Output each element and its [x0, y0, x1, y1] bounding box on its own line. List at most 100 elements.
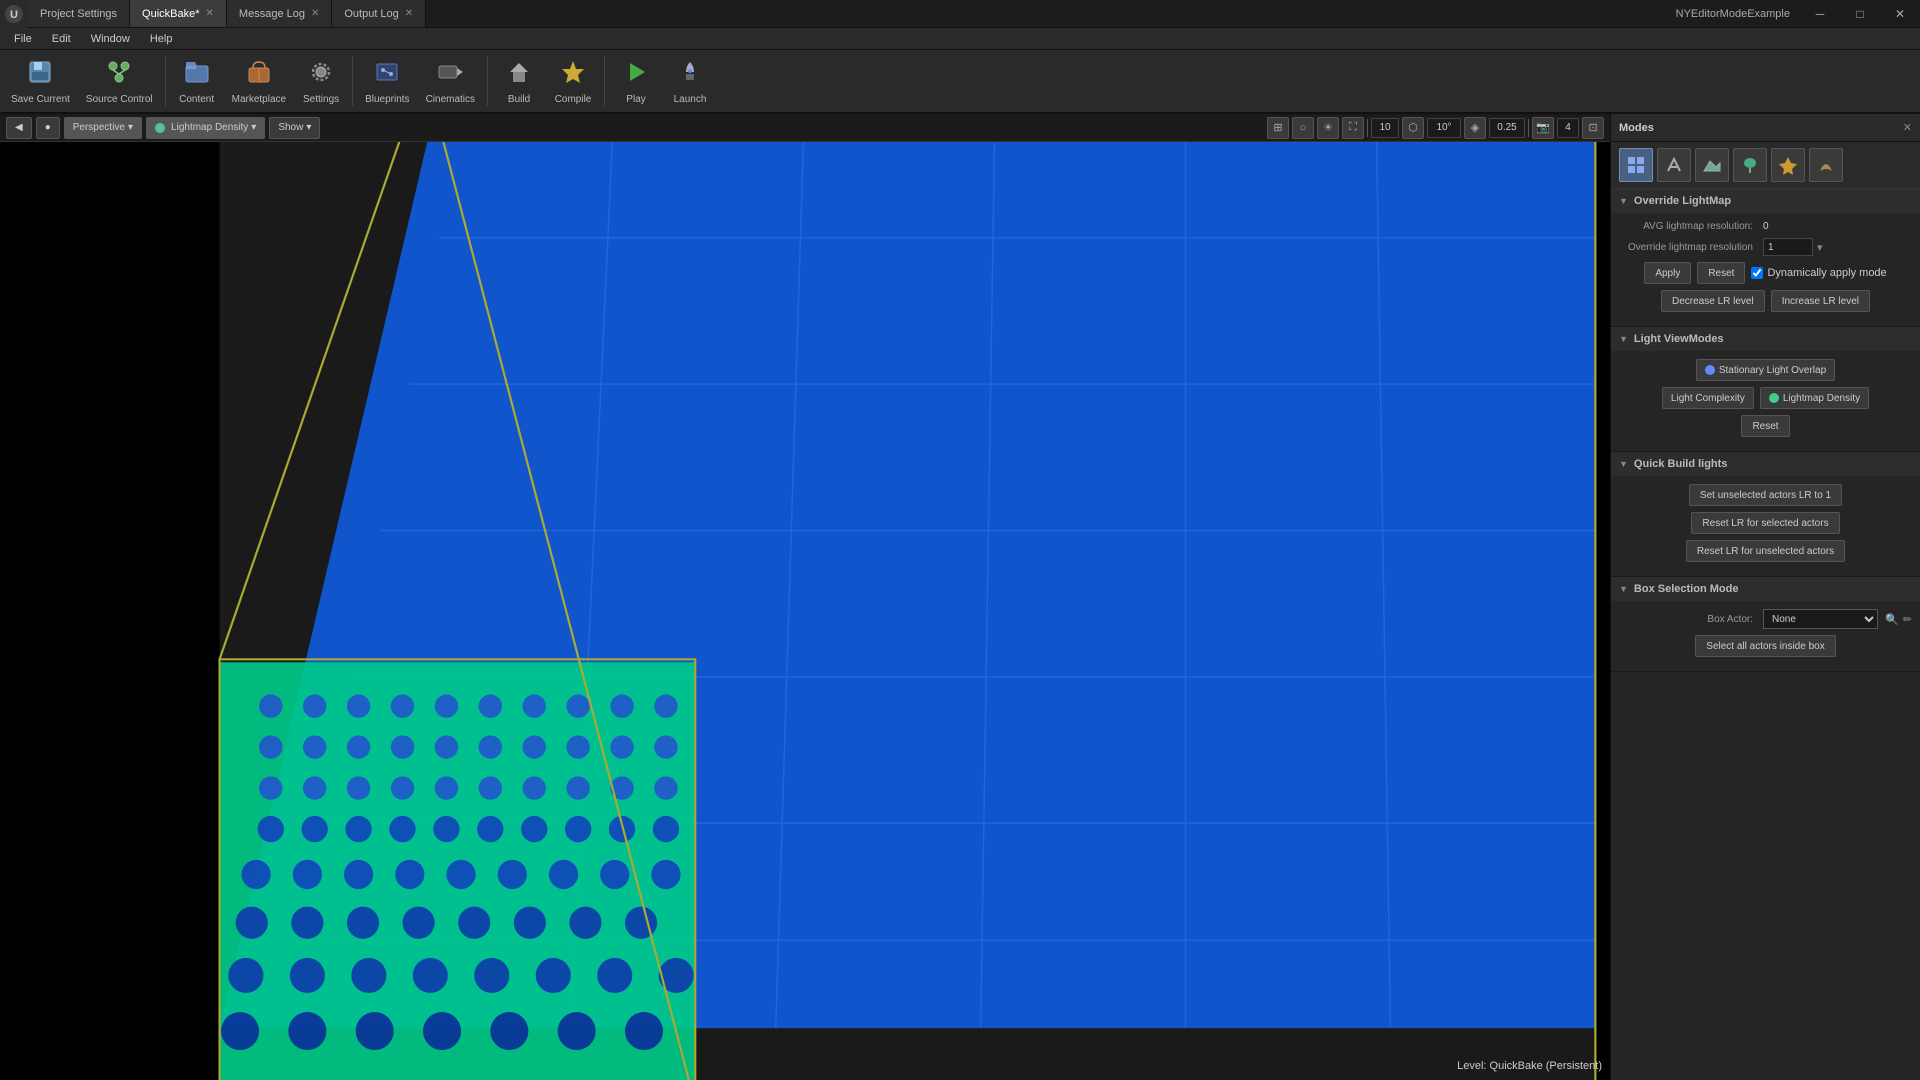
minimize-button[interactable]: ─	[1800, 0, 1840, 28]
compile-button[interactable]: Compile	[547, 52, 599, 110]
increase-lr-button[interactable]: Increase LR level	[1771, 290, 1870, 312]
light-complexity-button[interactable]: Light Complexity	[1662, 387, 1754, 409]
show-button[interactable]: Show ▾	[269, 117, 320, 139]
close-button[interactable]: ✕	[1880, 0, 1920, 28]
quick-build-title: Quick Build lights	[1634, 458, 1728, 470]
box-selection-title: Box Selection Mode	[1634, 583, 1739, 595]
modes-close-icon[interactable]: ✕	[1903, 121, 1912, 134]
viewport-dot-button[interactable]: ●	[36, 117, 60, 139]
tab-messagelog[interactable]: Message Log ✕	[227, 0, 332, 27]
viewport-back-button[interactable]: ◀	[6, 117, 32, 139]
perspective-button[interactable]: Perspective ▾	[64, 117, 142, 139]
quick-build-content: Set unselected actors LR to 1 Reset LR f…	[1611, 476, 1920, 576]
tab-quickbake[interactable]: QuickBake* ✕	[130, 0, 227, 27]
chevron-down-icon: ▾	[128, 122, 133, 133]
content-label: Content	[179, 94, 214, 105]
brush-mode-button[interactable]	[1771, 148, 1805, 182]
paint-mode-button[interactable]	[1657, 148, 1691, 182]
light-complexity-label: Light Complexity	[1671, 393, 1745, 404]
box-selection-header[interactable]: ▼ Box Selection Mode	[1611, 577, 1920, 601]
tab-project-settings[interactable]: Project Settings	[28, 0, 130, 27]
show-label: Show	[278, 122, 303, 133]
apply-button[interactable]: Apply	[1644, 262, 1691, 284]
override-resolution-input[interactable]	[1763, 238, 1813, 256]
override-lightmap-header[interactable]: ▼ Override LightMap	[1611, 189, 1920, 213]
perspective-label: Perspective	[73, 122, 125, 133]
content-icon	[183, 58, 211, 92]
box-actor-select[interactable]: None	[1763, 609, 1878, 629]
build-button[interactable]: Build	[493, 52, 545, 110]
scale-input[interactable]	[1489, 118, 1525, 138]
light-viewmodes-header[interactable]: ▼ Light ViewModes	[1611, 327, 1920, 351]
avg-resolution-value: 0	[1763, 221, 1769, 232]
source-control-button[interactable]: Source Control	[79, 52, 160, 110]
circle-icon[interactable]: ○	[1292, 117, 1314, 139]
lightmap-density-button[interactable]: Lightmap Density	[1760, 387, 1869, 409]
diamond-icon[interactable]: ◈	[1464, 117, 1486, 139]
stationary-light-overlap-button[interactable]: Stationary Light Overlap	[1696, 359, 1835, 381]
mesh-paint-mode-button[interactable]	[1809, 148, 1843, 182]
grid-size-input[interactable]	[1371, 118, 1399, 138]
launch-label: Launch	[674, 94, 707, 105]
build-label: Build	[508, 94, 530, 105]
content-button[interactable]: Content	[171, 52, 223, 110]
placement-mode-button[interactable]	[1619, 148, 1653, 182]
menu-help[interactable]: Help	[140, 31, 183, 47]
grid-icon[interactable]: ⊞	[1267, 117, 1289, 139]
save-current-button[interactable]: Save Current	[4, 52, 77, 110]
lightmap-density-button[interactable]: Lightmap Density ▾	[146, 117, 265, 139]
viewport[interactable]: ◀ ● Perspective ▾ Lightmap Density ▾ Sho…	[0, 114, 1610, 1080]
quick-build-header[interactable]: ▼ Quick Build lights	[1611, 452, 1920, 476]
lightmap-dot-icon	[155, 123, 165, 133]
foliage-mode-button[interactable]	[1733, 148, 1767, 182]
settings-label: Settings	[303, 94, 339, 105]
play-button[interactable]: Play	[610, 52, 662, 110]
menu-file[interactable]: File	[4, 31, 42, 47]
landscape-mode-button[interactable]	[1695, 148, 1729, 182]
camera-speed-input[interactable]	[1557, 118, 1579, 138]
play-label: Play	[626, 94, 645, 105]
launch-button[interactable]: Launch	[664, 52, 716, 110]
viewport-canvas[interactable]: X Z Y Level: QuickBake (Persistent)	[0, 142, 1610, 1080]
tab-close[interactable]: ✕	[311, 8, 319, 19]
set-unselected-lr-button[interactable]: Set unselected actors LR to 1	[1689, 484, 1842, 506]
separator	[604, 56, 605, 106]
reset-lr-selected-button[interactable]: Reset LR for selected actors	[1691, 512, 1839, 534]
camera2-icon[interactable]: 📷	[1532, 117, 1554, 139]
main-toolbar: Save Current Source Control Content Mark…	[0, 50, 1920, 114]
sun-icon[interactable]: ☀	[1317, 117, 1339, 139]
tab-label: Project Settings	[40, 8, 117, 20]
marketplace-label: Marketplace	[232, 94, 286, 105]
maximize-button[interactable]: □	[1840, 0, 1880, 28]
separator	[1367, 119, 1368, 137]
settings-button[interactable]: Settings	[295, 52, 347, 110]
compile-label: Compile	[555, 94, 592, 105]
hex-icon[interactable]: ⬡	[1402, 117, 1424, 139]
menu-edit[interactable]: Edit	[42, 31, 81, 47]
tab-outputlog[interactable]: Output Log ✕	[332, 0, 426, 27]
tab-label: Message Log	[239, 8, 305, 20]
override-resolution-label: Override lightmap resolution	[1619, 242, 1759, 253]
reset-button[interactable]: Reset	[1697, 262, 1745, 284]
search-icon[interactable]: 🔍	[1885, 613, 1899, 626]
lightmap-dot-icon	[1769, 393, 1779, 403]
blueprints-icon	[373, 58, 401, 92]
cinematics-button[interactable]: Cinematics	[419, 52, 482, 110]
tab-close[interactable]: ✕	[206, 8, 214, 19]
select-all-actors-button[interactable]: Select all actors inside box	[1695, 635, 1835, 657]
maximize-viewport-icon[interactable]: ⊡	[1582, 117, 1604, 139]
viewmodes-reset-button[interactable]: Reset	[1741, 415, 1789, 437]
blueprints-button[interactable]: Blueprints	[358, 52, 416, 110]
rotation-input[interactable]	[1427, 118, 1461, 138]
edit-icon[interactable]: ✏	[1903, 613, 1912, 626]
tab-close[interactable]: ✕	[405, 8, 413, 19]
titlebar: U Project Settings QuickBake* ✕ Message …	[0, 0, 1920, 28]
marketplace-button[interactable]: Marketplace	[225, 52, 293, 110]
decrease-lr-button[interactable]: Decrease LR level	[1661, 290, 1765, 312]
reset-lr-unselected-button[interactable]: Reset LR for unselected actors	[1686, 540, 1845, 562]
dynamic-apply-checkbox[interactable]	[1751, 267, 1763, 279]
override-arrow-icon: ▾	[1817, 241, 1823, 254]
camera-icon[interactable]: ⛶	[1342, 117, 1364, 139]
build-icon	[505, 58, 533, 92]
menu-window[interactable]: Window	[81, 31, 140, 47]
